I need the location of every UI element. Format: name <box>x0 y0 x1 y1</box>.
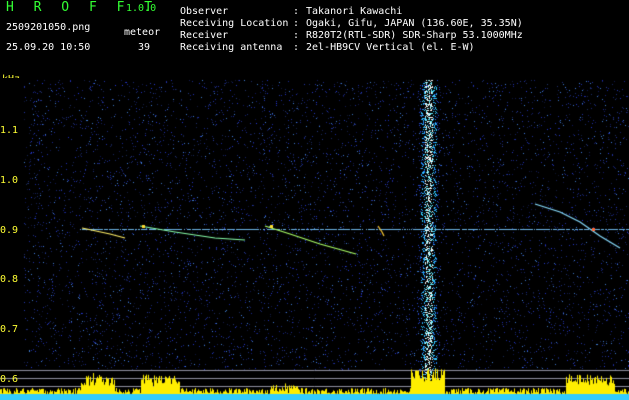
date-time: 25.09.20 10:50 <box>6 42 91 53</box>
y-tick-label: 0.6 <box>0 374 19 385</box>
info-separator: : <box>293 6 300 17</box>
meteor-label: meteor <box>124 27 161 38</box>
spectrogram-area <box>0 78 629 400</box>
info-separator: : <box>293 18 300 29</box>
meteor-count: 39 <box>138 42 151 53</box>
info-label-observer: Observer <box>180 6 229 17</box>
info-value-receiver: R820T2(RTL-SDR) SDR-Sharp 53.1000MHz <box>306 30 523 41</box>
info-separator: : <box>293 42 300 53</box>
file-name: 2509201050.png <box>6 22 91 33</box>
spectrogram-canvas <box>0 78 629 400</box>
info-label-antenna: Receiving antenna <box>180 42 283 53</box>
info-label-location: Receiving Location <box>180 18 289 29</box>
info-separator: : <box>293 30 300 41</box>
y-tick-label: 1.0 <box>0 175 19 186</box>
y-tick-label: 0.9 <box>0 225 19 236</box>
info-value-location: Ogaki, Gifu, JAPAN (136.60E, 35.35N) <box>306 18 523 29</box>
y-tick-label: 0.7 <box>0 324 19 335</box>
info-value-observer: Takanori Kawachi <box>306 6 403 17</box>
info-value-antenna: 2el-HB9CV Vertical (el. E-W) <box>306 42 475 53</box>
info-label-receiver: Receiver <box>180 30 229 41</box>
y-tick-label: 0.8 <box>0 274 19 285</box>
y-tick-label: 1.1 <box>0 125 19 136</box>
app-version: 1.0.0 <box>126 3 157 14</box>
